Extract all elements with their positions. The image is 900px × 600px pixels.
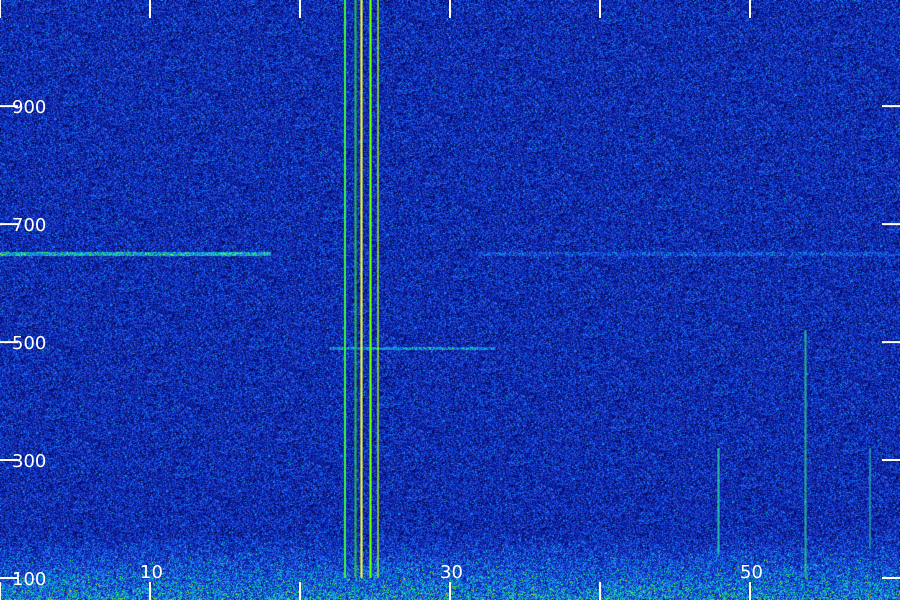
y-tick-label-4: 900 <box>12 97 46 118</box>
x-tick-label-2: 50 <box>740 562 763 583</box>
axes-overlay: 10 30 50 100 300 500 700 900 <box>0 0 900 600</box>
y-tick-label-0: 100 <box>12 569 46 590</box>
y-tick-label-1: 300 <box>12 451 46 472</box>
y-tick-label-2: 500 <box>12 333 46 354</box>
y-tick-label-3: 700 <box>12 215 46 236</box>
x-tick-label-0: 10 <box>140 562 163 583</box>
spectrogram-chart: 10 30 50 100 300 500 700 900 <box>0 0 900 600</box>
x-tick-label-1: 30 <box>440 562 463 583</box>
